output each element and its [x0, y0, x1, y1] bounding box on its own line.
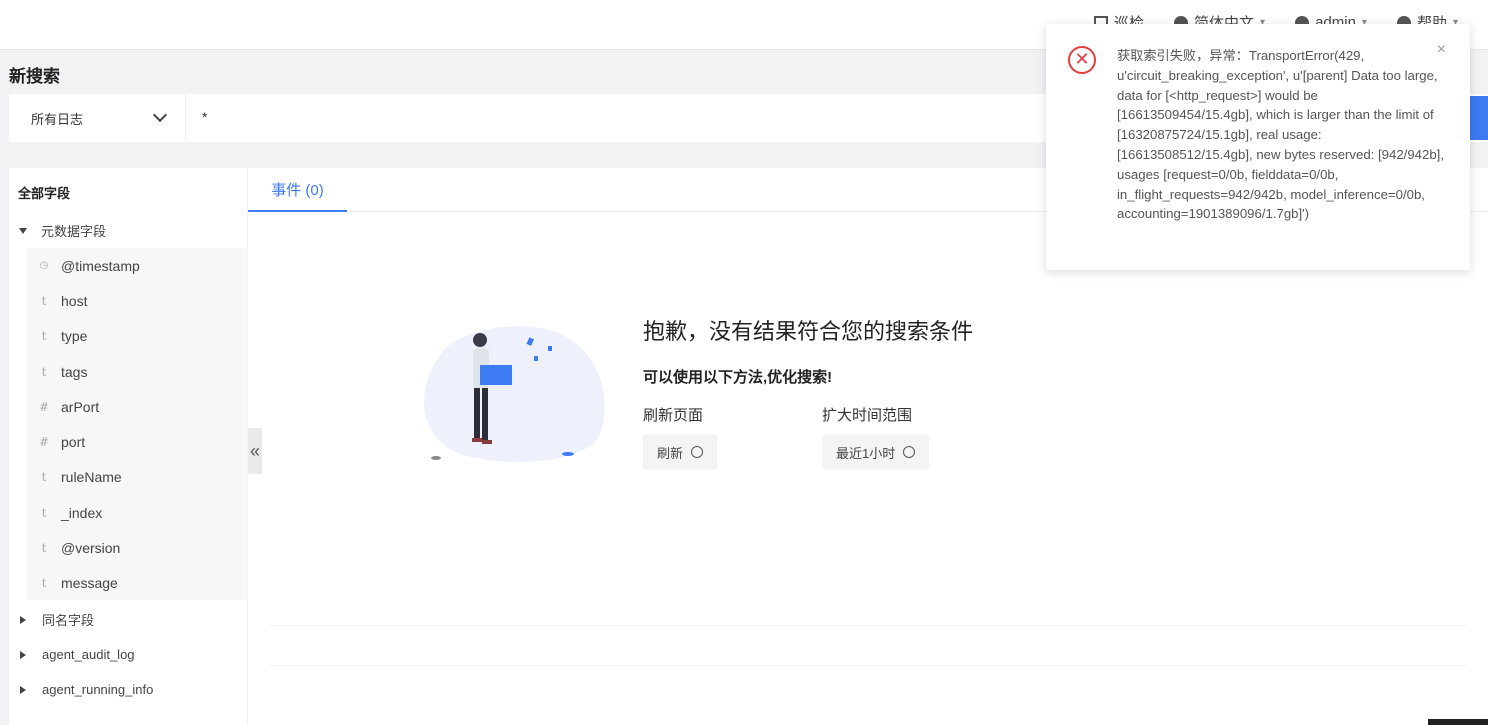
- caret-right-icon: [20, 685, 26, 694]
- collapse-sidebar-button[interactable]: «: [248, 428, 262, 474]
- field-item[interactable]: t ruleName: [27, 460, 247, 495]
- refresh-button[interactable]: 刷新: [643, 435, 718, 469]
- field-group-label: 元数据字段: [41, 224, 107, 239]
- empty-state-subtitle: 可以使用以下方法,优化搜索!: [643, 369, 833, 386]
- all-fields-header: 全部字段: [18, 186, 71, 201]
- text-type-icon: t: [41, 293, 47, 308]
- clock-icon: [903, 446, 916, 458]
- field-item[interactable]: t tags: [27, 354, 247, 389]
- chevron-down-icon: [152, 107, 168, 123]
- field-item[interactable]: t host: [27, 283, 247, 318]
- empty-state-illustration: [424, 326, 605, 462]
- text-type-icon: t: [41, 505, 47, 520]
- text-type-icon: t: [41, 576, 47, 591]
- number-type-icon: #: [38, 435, 50, 450]
- caret-right-icon: [20, 615, 26, 624]
- page-title: 新搜索: [9, 67, 60, 86]
- search-query-input[interactable]: *: [202, 109, 207, 125]
- field-item[interactable]: t _index: [27, 495, 247, 530]
- text-type-icon: t: [41, 470, 47, 485]
- expand-time-option-label: 扩大时间范围: [822, 407, 913, 424]
- field-group-agent-audit-log[interactable]: agent_audit_log: [9, 637, 247, 672]
- tab-events[interactable]: 事件 (0): [248, 168, 347, 212]
- log-scope-value: 所有日志: [31, 111, 84, 127]
- field-name: message: [61, 575, 118, 592]
- field-group-label: agent_running_info: [42, 682, 154, 697]
- field-name: @version: [61, 540, 121, 557]
- number-type-icon: #: [38, 399, 50, 414]
- caret-right-icon: [20, 650, 26, 659]
- meta-field-list: ◷ @timestamp t host t type t tags # arPort # p…: [27, 248, 247, 600]
- field-name: tags: [61, 363, 88, 380]
- field-group-label: 同名字段: [42, 613, 95, 628]
- refresh-option-label: 刷新页面: [643, 407, 704, 424]
- field-item[interactable]: ◷ @timestamp: [27, 248, 247, 283]
- field-group-label: agent_audit_log: [42, 647, 135, 662]
- field-item[interactable]: # port: [27, 424, 247, 459]
- error-message: 获取索引失败，异常：TransportError(429, u'circuit_…: [1117, 48, 1445, 222]
- clock-icon: ◷: [39, 260, 49, 272]
- field-group-agent-running-info[interactable]: agent_running_info: [9, 672, 247, 707]
- error-icon: ✕: [1068, 46, 1096, 74]
- refresh-button-label: 刷新: [657, 445, 684, 461]
- text-type-icon: t: [41, 541, 47, 556]
- field-group-same-name[interactable]: 同名字段: [9, 602, 247, 637]
- field-item[interactable]: t message: [27, 566, 247, 601]
- field-item[interactable]: # arPort: [27, 389, 247, 424]
- field-sidebar: 全部字段 元数据字段 ◷ @timestamp t host t type t tags…: [9, 168, 247, 725]
- error-notification: ✕ 获取索引失败，异常：TransportError(429, u'circui…: [1046, 24, 1470, 270]
- divider: [268, 625, 1468, 626]
- close-icon[interactable]: ×: [1437, 41, 1446, 59]
- field-name: _index: [61, 504, 103, 521]
- last-hour-button[interactable]: 最近1小时: [822, 435, 930, 469]
- field-name: type: [61, 328, 88, 345]
- field-name: ruleName: [61, 469, 122, 486]
- field-name: @timestamp: [61, 257, 140, 274]
- divider: [268, 665, 1468, 666]
- field-name: port: [61, 434, 86, 451]
- field-group-meta[interactable]: 元数据字段: [9, 213, 247, 248]
- field-item[interactable]: t type: [27, 319, 247, 354]
- last-hour-button-label: 最近1小时: [836, 445, 896, 461]
- empty-state-title: 抱歉，没有结果符合您的搜索条件: [643, 319, 974, 344]
- text-type-icon: t: [41, 364, 47, 379]
- window-corner: [1428, 719, 1488, 725]
- field-name: arPort: [61, 398, 100, 415]
- caret-down-icon: [19, 227, 27, 234]
- field-name: host: [61, 292, 88, 309]
- field-item[interactable]: t @version: [27, 530, 247, 565]
- refresh-icon: [691, 446, 704, 458]
- text-type-icon: t: [41, 329, 47, 344]
- log-scope-select[interactable]: 所有日志: [9, 94, 186, 142]
